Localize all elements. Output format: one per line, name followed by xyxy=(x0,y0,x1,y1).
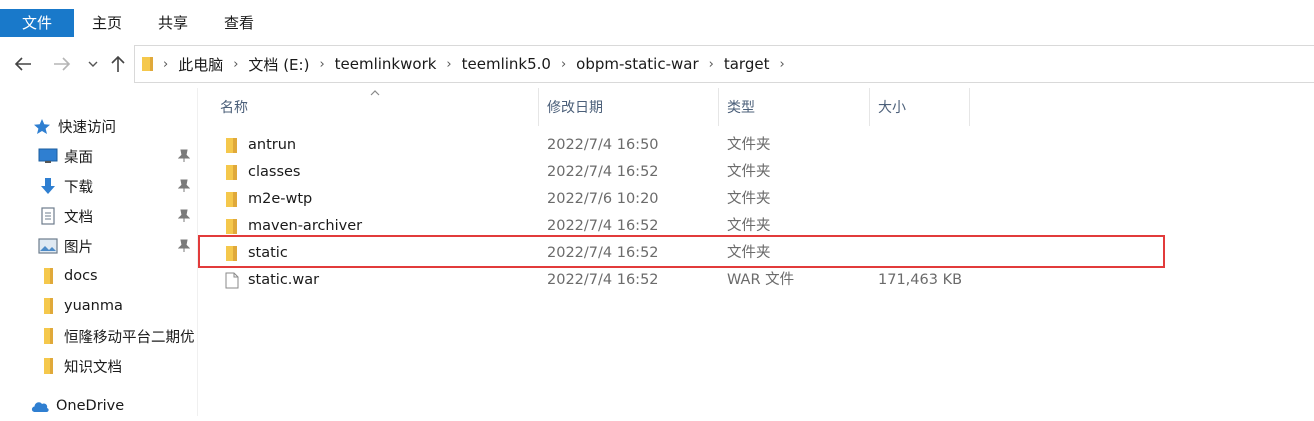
breadcrumb-this-pc[interactable]: 此电脑 xyxy=(172,54,229,75)
file-name: static.war xyxy=(248,272,320,288)
file-size: 171,463 KB xyxy=(878,272,963,288)
arrow-up-icon xyxy=(111,55,125,72)
sidebar-item-label: docs xyxy=(64,268,98,284)
pin-icon[interactable] xyxy=(177,209,191,223)
chevron-down-icon xyxy=(88,61,98,67)
tab-file[interactable]: 文件 xyxy=(0,9,75,37)
breadcrumb-obpm-static-war[interactable]: obpm-static-war xyxy=(570,55,704,73)
chevron-right-icon[interactable]: › xyxy=(229,57,242,72)
file-name: m2e-wtp xyxy=(248,191,313,207)
file-type: WAR 文件 xyxy=(727,272,795,288)
sidebar-item-documents[interactable]: 文档 xyxy=(0,201,198,231)
folder-icon xyxy=(38,297,58,315)
annotation-highlight-box xyxy=(198,235,1165,268)
pin-icon[interactable] xyxy=(177,239,191,253)
ribbon-tabs: 文件 主页 共享 查看 xyxy=(0,6,1314,40)
forward-button[interactable] xyxy=(49,49,75,79)
up-button[interactable] xyxy=(105,49,131,79)
sidebar-item-label: yuanma xyxy=(64,298,123,314)
tab-home[interactable]: 主页 xyxy=(74,9,140,37)
column-header-type[interactable]: 类型 xyxy=(719,88,870,126)
sidebar-item-label: 下载 xyxy=(64,179,93,196)
sidebar-item-label: 文档 xyxy=(64,209,93,226)
file-date: 2022/7/4 16:50 xyxy=(547,137,659,153)
back-button[interactable] xyxy=(10,49,36,79)
folder-icon xyxy=(38,327,58,345)
folder-icon xyxy=(226,165,237,180)
file-date: 2022/7/6 10:20 xyxy=(547,191,659,207)
sidebar-item-label: 快速访问 xyxy=(58,119,116,136)
column-header-date[interactable]: 修改日期 xyxy=(539,88,719,126)
arrow-right-icon xyxy=(54,57,71,71)
file-date: 2022/7/4 16:52 xyxy=(547,164,659,180)
table-row[interactable]: m2e-wtp 2022/7/6 10:20 文件夹 xyxy=(198,186,1198,213)
file-name: antrun xyxy=(248,137,297,153)
sidebar-item-docs[interactable]: docs xyxy=(0,261,198,291)
file-type: 文件夹 xyxy=(727,191,771,207)
file-list: 名称 修改日期 类型 大小 antrun 2022/7/4 16:50 文件夹 … xyxy=(198,88,1314,416)
arrow-left-icon xyxy=(14,57,31,71)
star-icon xyxy=(32,117,52,135)
chevron-right-icon[interactable]: › xyxy=(442,57,455,72)
sidebar-item-label: 桌面 xyxy=(64,149,93,166)
recent-locations-button[interactable] xyxy=(84,49,102,79)
column-header-name[interactable]: 名称 xyxy=(212,88,539,126)
sidebar-item-label: 恒隆移动平台二期优 xyxy=(64,329,195,346)
chevron-right-icon[interactable]: › xyxy=(557,57,570,72)
tab-share[interactable]: 共享 xyxy=(140,9,206,37)
sidebar-item-pictures[interactable]: 图片 xyxy=(0,231,198,261)
folder-icon xyxy=(226,192,237,207)
file-name: classes xyxy=(248,164,301,180)
breadcrumb-target[interactable]: target xyxy=(718,55,776,73)
folder-icon xyxy=(38,357,58,375)
sidebar-item-yuanma[interactable]: yuanma xyxy=(0,291,198,321)
address-bar[interactable]: › 此电脑 › 文档 (E:) › teemlinkwork › teemlin… xyxy=(134,45,1314,83)
sidebar-item-knowledge-docs[interactable]: 知识文档 xyxy=(0,351,198,381)
breadcrumb-teemlink5[interactable]: teemlink5.0 xyxy=(456,55,557,73)
folder-icon xyxy=(38,267,58,285)
document-icon xyxy=(38,207,58,225)
folder-icon xyxy=(226,219,237,234)
picture-icon xyxy=(38,237,58,255)
navigation-bar: › 此电脑 › 文档 (E:) › teemlinkwork › teemlin… xyxy=(0,40,1314,88)
file-icon xyxy=(225,272,239,289)
sidebar-item-label: OneDrive xyxy=(56,398,125,414)
sidebar-item-quick-access[interactable]: 快速访问 xyxy=(0,111,198,141)
table-row[interactable]: classes 2022/7/4 16:52 文件夹 xyxy=(198,159,1198,186)
file-date: 2022/7/4 16:52 xyxy=(547,272,659,288)
sidebar-item-label: 知识文档 xyxy=(64,359,122,376)
chevron-right-icon[interactable]: › xyxy=(159,57,172,72)
file-type: 文件夹 xyxy=(727,164,771,180)
folder-icon xyxy=(142,57,153,71)
table-row[interactable]: static.war 2022/7/4 16:52 WAR 文件 171,463… xyxy=(198,267,1198,294)
desktop-icon xyxy=(38,147,58,165)
sidebar-item-downloads[interactable]: 下载 xyxy=(0,171,198,201)
sidebar-item-label: 图片 xyxy=(64,239,93,256)
breadcrumb-drive-e[interactable]: 文档 (E:) xyxy=(242,54,315,75)
download-icon xyxy=(38,177,58,195)
navigation-pane: 快速访问 桌面 下载 文档 图片 docs yuanma 恒隆移动平台二期优 知… xyxy=(0,88,198,416)
sidebar-item-onedrive[interactable]: OneDrive xyxy=(0,391,198,421)
cloud-icon xyxy=(30,397,50,415)
column-header-size[interactable]: 大小 xyxy=(870,88,970,126)
chevron-right-icon[interactable]: › xyxy=(705,57,718,72)
pin-icon[interactable] xyxy=(177,149,191,163)
chevron-right-icon[interactable]: › xyxy=(775,57,788,72)
chevron-right-icon[interactable]: › xyxy=(315,57,328,72)
sidebar-item-desktop[interactable]: 桌面 xyxy=(0,141,198,171)
pin-icon[interactable] xyxy=(177,179,191,193)
file-type: 文件夹 xyxy=(727,137,771,153)
table-row[interactable]: antrun 2022/7/4 16:50 文件夹 xyxy=(198,132,1198,159)
sidebar-item-henglong[interactable]: 恒隆移动平台二期优 xyxy=(0,321,198,351)
folder-icon xyxy=(226,138,237,153)
tab-view[interactable]: 查看 xyxy=(206,9,272,37)
breadcrumb-teemlinkwork[interactable]: teemlinkwork xyxy=(329,55,443,73)
